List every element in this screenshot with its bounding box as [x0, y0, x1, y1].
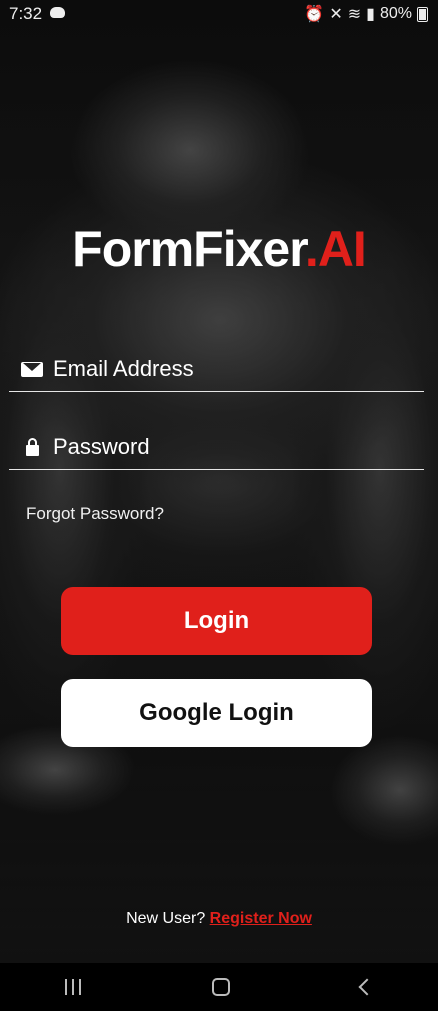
- battery-percent: 80%: [379, 5, 412, 22]
- battery-icon: [417, 6, 428, 22]
- register-prompt-text: New User?: [126, 910, 206, 927]
- login-button[interactable]: Login: [61, 587, 372, 655]
- email-input[interactable]: [47, 356, 399, 382]
- email-field[interactable]: [9, 347, 424, 392]
- status-time: 7:32: [9, 4, 43, 23]
- status-bar: 7:32 ⏰ ✕ ≋ ▮ 80%: [0, 0, 438, 30]
- forgot-password-link[interactable]: Forgot Password?: [26, 504, 164, 524]
- password-field[interactable]: [9, 425, 424, 470]
- home-icon[interactable]: [211, 978, 230, 996]
- logo-accent-text: .AI: [304, 221, 367, 277]
- back-icon[interactable]: [358, 978, 376, 996]
- logo-main-text: FormFixer: [72, 221, 306, 277]
- app-logo: FormFixer.AI: [0, 220, 438, 278]
- register-prompt: New User? Register Now: [0, 910, 438, 928]
- signal-icon: ▮: [366, 6, 375, 23]
- google-login-button[interactable]: Google Login: [61, 679, 372, 747]
- discord-icon: [50, 7, 65, 18]
- password-input[interactable]: [47, 434, 399, 460]
- mute-icon: ✕: [329, 6, 343, 23]
- register-now-link[interactable]: Register Now: [210, 910, 312, 927]
- envelope-icon: [17, 361, 47, 377]
- system-nav-bar: [0, 963, 438, 1011]
- recents-icon[interactable]: [65, 979, 82, 995]
- lock-icon: [17, 437, 47, 456]
- wifi-icon: ≋: [347, 6, 362, 23]
- alarm-icon: ⏰: [304, 6, 325, 23]
